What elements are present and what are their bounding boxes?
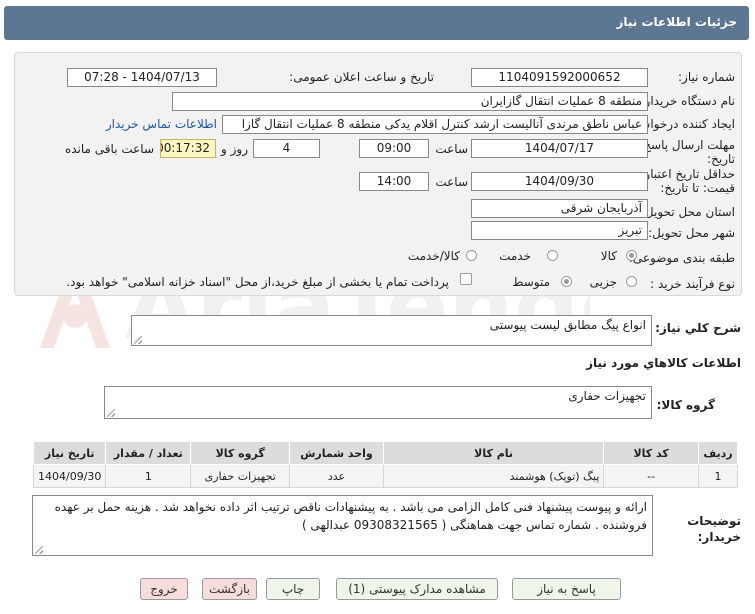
process-radio-medium[interactable]: [561, 276, 572, 287]
days-label: روز و: [221, 142, 248, 156]
cell-row-number: 1: [698, 464, 738, 488]
column-header-quantity: تعداد / مقدار: [105, 441, 192, 465]
validity-label-line1: حداقل تاریخ اعتبار: [644, 167, 735, 181]
category-option-service: خدمت: [499, 249, 531, 263]
page-title: جزئیات اطلاعات نیاز: [616, 15, 737, 29]
city-field: تبریز: [471, 221, 648, 240]
view-attachments-button[interactable]: مشاهده مدارک پیوستی (1): [336, 578, 498, 600]
purchase-process-label: نوع فرآیند خرید :: [650, 277, 735, 291]
validity-time-field: 14:00: [359, 172, 429, 191]
goods-group-text: تجهیزات حفاری: [568, 389, 646, 403]
validity-hour-label: ساعت: [435, 175, 468, 189]
cell-item-group: تجهیزات حفاری: [190, 464, 291, 488]
cell-unit: عدد: [289, 464, 384, 488]
exit-button[interactable]: خروج: [140, 578, 188, 600]
province-label: استان محل تحویل:: [640, 205, 735, 219]
table-header-row: ردیف کد کالا نام کالا واحد شمارش گروه کا…: [32, 441, 738, 465]
remaining-time-field: 00:17:32: [160, 139, 216, 158]
column-header-row-number: ردیف: [698, 441, 738, 465]
announce-datetime-field: 1404/07/13 - 07:28: [67, 68, 217, 87]
goods-group-label: گروه کالا:: [656, 398, 715, 412]
goods-info-title: اطلاعات کالاهاي مورد نياز: [586, 356, 741, 370]
deadline-date-field: 1404/07/17: [471, 139, 648, 158]
process-radio-partial[interactable]: [626, 276, 637, 287]
column-header-need-date: تاریخ نیاز: [32, 441, 107, 465]
process-option-partial: جزیی: [589, 275, 617, 289]
cell-need-date: 1404/09/30: [32, 464, 107, 488]
category-radio-goods-service[interactable]: [466, 250, 477, 261]
column-header-item-group: گروه کالا: [190, 441, 291, 465]
deadline-time-field: 09:00: [359, 139, 429, 158]
category-radio-goods[interactable]: [626, 250, 637, 261]
panel-header: جزئیات اطلاعات نیاز: [4, 6, 749, 40]
print-button[interactable]: چاپ: [266, 578, 320, 600]
validity-date-field: 1404/09/30: [471, 172, 648, 191]
remaining-days-field: 4: [253, 139, 320, 158]
buyer-notes-textarea: ارائه و پیوست پیشنهاد فنی کامل الزامی می…: [32, 495, 653, 556]
buyer-org-label: نام دستگاه خریدار:: [640, 94, 736, 108]
need-summary-label: شرح کلي نياز:: [655, 321, 741, 335]
back-button[interactable]: بازگشت: [202, 578, 257, 600]
city-label: شهر محل تحویل:: [648, 226, 735, 240]
goods-group-textarea: تجهیزات حفاری: [104, 386, 652, 419]
resize-handle-icon[interactable]: [35, 546, 43, 554]
need-summary-text: انواع پیگ مطابق لیست پیوستی: [489, 318, 646, 332]
treasury-payment-checkbox[interactable]: [460, 273, 472, 285]
province-field: آذربایجان شرقی: [471, 199, 648, 218]
cell-item-code: --: [603, 464, 700, 488]
remaining-time-label: ساعت باقی مانده: [64, 142, 154, 156]
buyer-notes-line-2: فروشنده . شماره تماس جهت هماهنگی ( 09308…: [301, 518, 647, 532]
request-creator-field: عباس ناطق مرندی آنالیست ارشد کنترل اقلام…: [222, 115, 648, 134]
category-label: طبقه بندی موضوعی:: [628, 251, 735, 265]
category-option-goods-service: کالا/خدمت: [407, 249, 460, 263]
table-row: 1 -- پیگ (توپک) هوشمند عدد تجهیزات حفاری…: [32, 464, 738, 488]
cell-item-name: پیگ (توپک) هوشمند: [382, 464, 605, 488]
buyer-org-field: منطقه 8 عملیات انتقال گازایران: [172, 92, 648, 111]
need-number-label: شماره نیاز:: [678, 70, 735, 84]
treasury-payment-note: پرداخت تمام یا بخشی از مبلغ خرید،از محل …: [66, 275, 449, 289]
resize-handle-icon[interactable]: [134, 336, 142, 344]
reply-to-need-button[interactable]: پاسخ به نیاز: [512, 578, 621, 600]
deadline-label-line2: تاریخ:: [707, 152, 735, 166]
column-header-item-name: نام کالا: [382, 441, 605, 465]
announce-datetime-label: تاریخ و ساعت اعلان عمومی:: [289, 70, 434, 84]
process-option-medium: متوسط: [512, 275, 550, 289]
cell-quantity: 1: [105, 464, 192, 488]
resize-handle-icon[interactable]: [107, 409, 115, 417]
category-option-goods: کالا: [600, 249, 617, 263]
deadline-hour-label: ساعت: [435, 142, 468, 156]
items-table: ردیف کد کالا نام کالا واحد شمارش گروه کا…: [32, 441, 738, 488]
buyer-notes-label-line2: خریدار:: [697, 530, 741, 544]
category-radio-service[interactable]: [547, 250, 558, 261]
validity-label-line2: قیمت: تا تاریخ:: [660, 181, 735, 195]
buyer-notes-line-1: ارائه و پیوست پیشنهاد فنی کامل الزامی می…: [54, 500, 647, 514]
column-header-item-code: کد کالا: [603, 441, 700, 465]
buyer-notes-label-line1: توضیحات: [687, 514, 741, 528]
buyer-contact-link[interactable]: اطلاعات تماس خریدار: [106, 117, 217, 131]
column-header-unit: واحد شمارش: [289, 441, 384, 465]
need-number-field: 1104091592000652: [471, 68, 648, 87]
need-summary-textarea: انواع پیگ مطابق لیست پیوستی: [131, 315, 652, 346]
